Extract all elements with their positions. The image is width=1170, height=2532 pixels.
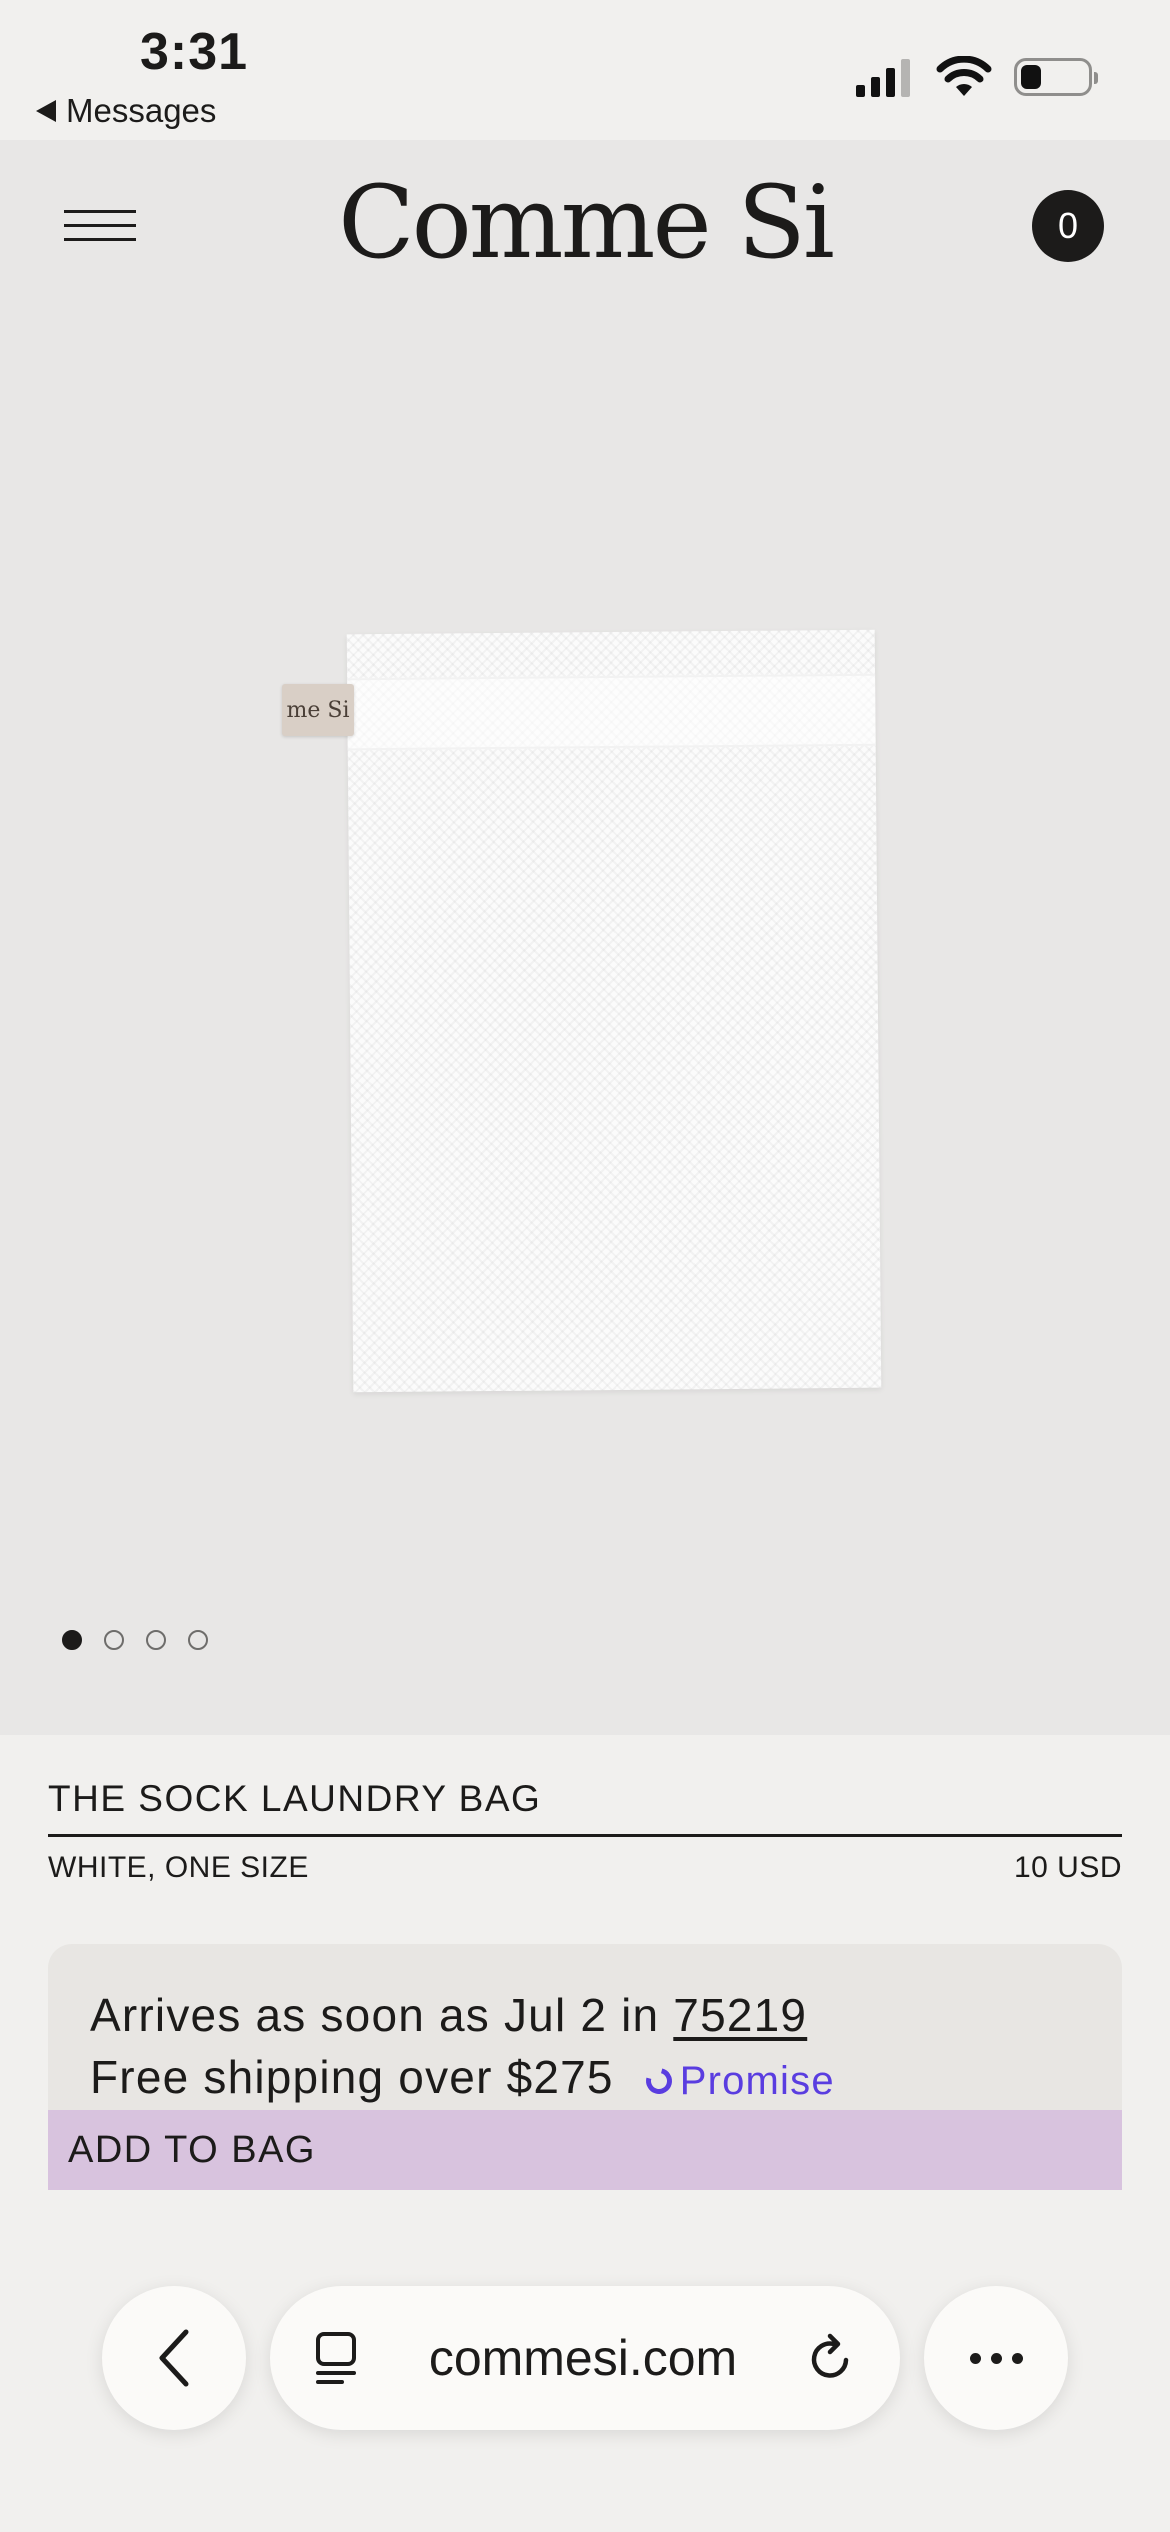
more-options-icon[interactable] [924,2286,1068,2430]
delivery-estimate-text: Arrives as soon as Jul 2 in [90,1989,660,2041]
site-logo[interactable]: Comme Si [0,164,1170,281]
browser-toolbar: commesi.com [0,2250,1170,2532]
back-to-messages-label: Messages [66,92,217,129]
tabs-icon [316,2332,356,2384]
gallery-dot-1[interactable] [62,1630,82,1650]
product-variant: WHITE, ONE SIZE [48,1851,309,1884]
add-to-bag-button[interactable]: ADD TO BAG [48,2110,1122,2190]
zip-code-link[interactable]: 75219 [673,1989,807,2041]
free-shipping-line: Free shipping over $275 Promise [90,2046,1080,2112]
cart-button[interactable]: 0 [1032,190,1104,262]
promise-badge[interactable]: Promise [640,2050,835,2112]
mesh-bag-illustration [346,629,882,1393]
product-title: THE SOCK LAUNDRY BAG [48,1778,1122,1837]
free-shipping-text: Free shipping over $275 [90,2051,614,2103]
battery-icon [1014,58,1098,96]
product-meta: WHITE, ONE SIZE 10 USD [48,1851,1122,1885]
promise-label: Promise [679,2058,835,2103]
gallery-dot-3[interactable] [146,1630,166,1650]
product-image: me Si [272,629,912,1393]
status-time: 3:31 [140,23,249,81]
status-icons [856,56,1098,98]
back-to-messages[interactable]: Messages [36,92,216,130]
status-bar: 3:31 Messages [0,0,1170,140]
brand-tag: me Si [282,684,354,736]
back-chevron-icon [159,2329,189,2387]
product-info: THE SOCK LAUNDRY BAG WHITE, ONE SIZE 10 … [48,1778,1122,1885]
product-price: 10 USD [1013,1851,1122,1884]
browser-back-button[interactable] [102,2286,246,2430]
product-gallery[interactable]: me Si [0,310,1170,1735]
gallery-dot-4[interactable] [188,1630,208,1650]
wifi-icon [936,56,992,96]
delivery-estimate: Arrives as soon as Jul 2 in 75219 [90,1984,1080,2046]
promise-logo-icon [640,2063,677,2099]
reload-icon[interactable] [806,2330,858,2386]
cellular-signal-icon [856,59,910,97]
back-triangle-icon [36,100,56,122]
site-header: Comme Si 0 [0,140,1170,310]
gallery-dot-2[interactable] [104,1630,124,1650]
gallery-pagination [62,1630,208,1650]
shipping-card: Arrives as soon as Jul 2 in 75219 Free s… [48,1944,1122,2112]
bag-hem [347,673,876,751]
address-bar[interactable]: commesi.com [270,2286,900,2430]
url-text: commesi.com [428,2330,738,2386]
